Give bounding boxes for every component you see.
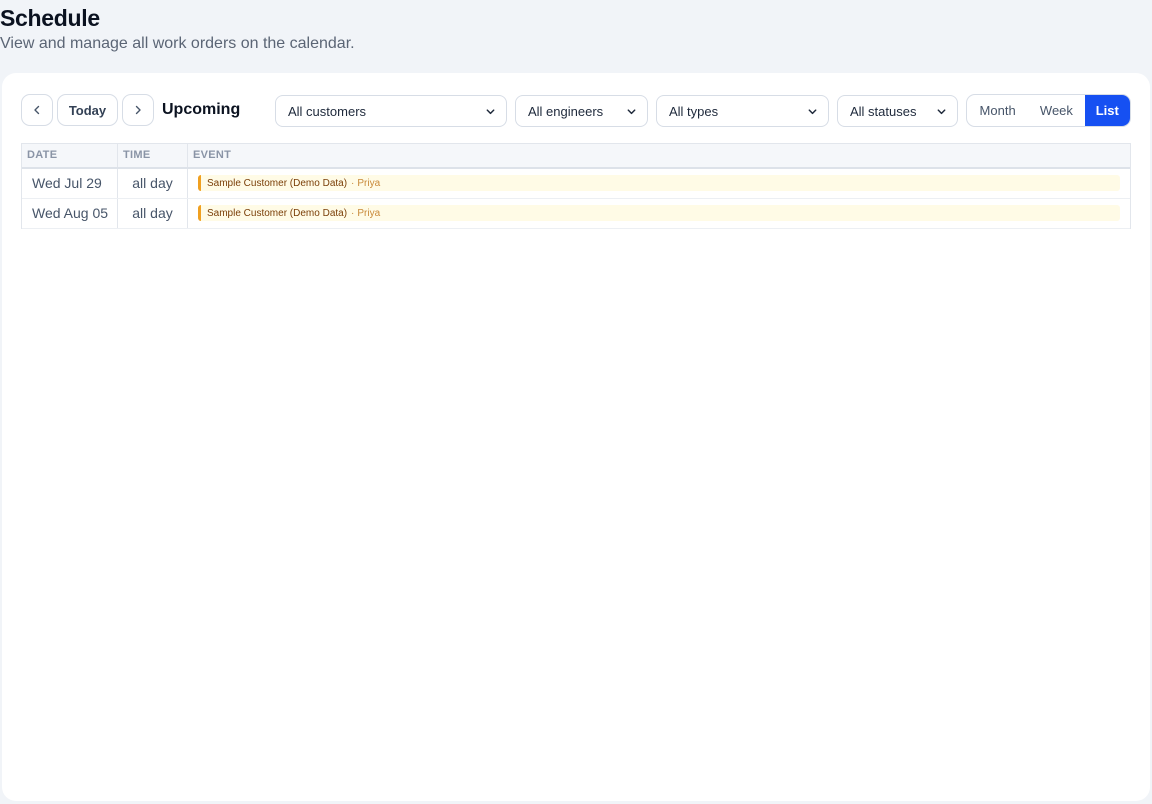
next-button[interactable] (122, 94, 154, 126)
event-engineer: Priya (357, 177, 381, 189)
customer-filter-value: All customers (288, 103, 367, 119)
event-chip[interactable]: Sample Customer (Demo Data) · Priya (198, 175, 1120, 191)
status-filter-value: All statuses (850, 103, 917, 119)
row-date: Wed Aug 05 (22, 199, 118, 228)
customer-filter-select[interactable]: All customers (275, 95, 507, 127)
event-chip[interactable]: Sample Customer (Demo Data) · Priya (198, 205, 1120, 221)
chevron-down-icon (627, 108, 636, 114)
page-subtitle: View and manage all work orders on the c… (0, 35, 355, 52)
table-header: DATE TIME EVENT (22, 144, 1130, 169)
calendar-card: Today Upcoming All customers All enginee… (2, 73, 1150, 801)
event-title: Sample Customer (Demo Data) (207, 177, 348, 189)
row-time: all day (118, 199, 188, 228)
event-separator: · (351, 207, 355, 219)
chevron-down-icon (486, 108, 495, 114)
engineer-filter-select[interactable]: All engineers (515, 95, 648, 127)
chevron-left-icon (34, 105, 40, 115)
engineer-filter-value: All engineers (528, 103, 604, 119)
row-event-cell: Sample Customer (Demo Data) · Priya (188, 169, 1130, 198)
row-time: all day (118, 169, 188, 198)
chevron-right-icon (135, 105, 141, 115)
column-header-date: DATE (22, 144, 118, 167)
type-filter-value: All types (669, 103, 719, 119)
view-week-button[interactable]: Week (1028, 95, 1084, 126)
column-header-event: EVENT (193, 149, 232, 161)
view-month-button[interactable]: Month (967, 95, 1028, 126)
chevron-down-icon (808, 108, 817, 114)
event-list-table: DATE TIME EVENT Wed Jul 29 all day Sampl… (21, 143, 1131, 229)
event-engineer: Priya (357, 207, 381, 219)
prev-button[interactable] (21, 94, 53, 126)
row-event-cell: Sample Customer (Demo Data) · Priya (188, 199, 1130, 228)
calendar-toolbar: Today Upcoming All customers All enginee… (21, 94, 1131, 127)
range-title: Upcoming (162, 101, 241, 118)
column-header-time: TIME (118, 144, 188, 167)
table-row: Wed Jul 29 all day Sample Customer (Demo… (22, 169, 1130, 199)
page-header: Schedule View and manage all work orders… (0, 4, 355, 55)
row-date: Wed Jul 29 (22, 169, 118, 198)
view-switcher: Month Week List (966, 94, 1131, 127)
view-list-button[interactable]: List (1084, 95, 1130, 126)
status-filter-select[interactable]: All statuses (837, 95, 958, 127)
today-button[interactable]: Today (57, 94, 118, 126)
event-separator: · (351, 177, 355, 189)
page-title: Schedule (0, 5, 100, 31)
type-filter-select[interactable]: All types (656, 95, 829, 127)
event-title: Sample Customer (Demo Data) (207, 207, 348, 219)
table-row: Wed Aug 05 all day Sample Customer (Demo… (22, 199, 1130, 229)
chevron-down-icon (937, 108, 946, 114)
